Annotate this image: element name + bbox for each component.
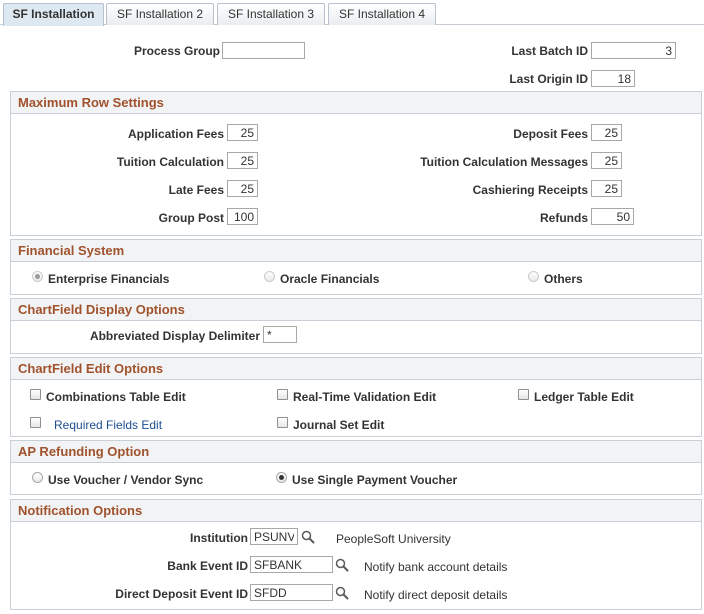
group-post-label: Group Post	[158, 211, 224, 225]
real-time-validation-edit-label: Real-Time Validation Edit	[293, 390, 437, 404]
others-label: Others	[544, 272, 583, 286]
use-single-payment-voucher-radio[interactable]	[276, 472, 287, 483]
application-fees-label: Application Fees	[127, 127, 224, 141]
direct-deposit-event-id-input[interactable]	[250, 584, 333, 601]
section-title: Notification Options	[18, 503, 143, 518]
section-title: Maximum Row Settings	[18, 95, 164, 110]
bank-event-description: Notify bank account details	[364, 560, 508, 574]
ledger-table-edit-checkbox[interactable]	[518, 389, 529, 400]
tab-sf-installation-3[interactable]: SF Installation 3	[217, 3, 325, 25]
tab-bar: SF Installation SF Installation 2 SF Ins…	[0, 0, 704, 26]
institution-description: PeopleSoft University	[336, 532, 451, 546]
direct-deposit-description: Notify direct deposit details	[364, 588, 508, 602]
section-header: Notification Options	[11, 500, 701, 522]
tab-sf-installation-4[interactable]: SF Installation 4	[328, 3, 436, 25]
section-header: ChartField Edit Options	[11, 358, 701, 380]
refunds-input[interactable]	[591, 208, 634, 225]
process-group-label: Process Group	[133, 44, 220, 58]
section-title: Financial System	[18, 243, 125, 258]
bank-event-id-label: Bank Event ID	[167, 559, 248, 573]
last-batch-id-label: Last Batch ID	[511, 44, 588, 58]
institution-input[interactable]	[250, 528, 298, 545]
section-title: ChartField Display Options	[18, 302, 185, 317]
financial-system-group: Financial System	[10, 239, 702, 295]
section-header: AP Refunding Option	[11, 441, 701, 463]
oracle-financials-label: Oracle Financials	[280, 272, 380, 286]
deposit-fees-label: Deposit Fees	[513, 127, 588, 141]
tuition-calculation-messages-input[interactable]	[591, 152, 622, 169]
use-single-payment-voucher-label: Use Single Payment Voucher	[292, 473, 458, 487]
required-fields-edit-checkbox[interactable]	[30, 417, 41, 428]
bank-event-lookup-icon[interactable]	[335, 558, 349, 572]
journal-set-edit-label: Journal Set Edit	[293, 418, 385, 432]
abbreviated-display-delimiter-input[interactable]	[263, 326, 297, 343]
last-batch-id-input[interactable]	[591, 42, 676, 59]
ledger-table-edit-label: Ledger Table Edit	[534, 390, 634, 404]
refunds-label: Refunds	[540, 211, 588, 225]
section-header: Financial System	[11, 240, 701, 262]
enterprise-financials-label: Enterprise Financials	[48, 272, 170, 286]
institution-lookup-icon[interactable]	[301, 530, 315, 544]
abbreviated-display-delimiter-label: Abbreviated Display Delimiter	[89, 329, 260, 343]
cashiering-receipts-input[interactable]	[591, 180, 622, 197]
institution-label: Institution	[190, 531, 248, 545]
direct-deposit-event-id-label: Direct Deposit Event ID	[115, 587, 248, 601]
group-post-input[interactable]	[227, 208, 258, 225]
required-fields-edit-link[interactable]: Required Fields Edit	[54, 418, 162, 432]
last-origin-id-input[interactable]	[591, 70, 635, 87]
section-title: ChartField Edit Options	[18, 361, 164, 376]
real-time-validation-edit-checkbox[interactable]	[277, 389, 288, 400]
combinations-table-edit-label: Combinations Table Edit	[46, 390, 186, 404]
process-group-input[interactable]	[222, 42, 305, 59]
section-header: ChartField Display Options	[11, 299, 701, 321]
others-radio[interactable]	[528, 271, 539, 282]
deposit-fees-input[interactable]	[591, 124, 622, 141]
journal-set-edit-checkbox[interactable]	[277, 417, 288, 428]
use-voucher-vendor-sync-radio[interactable]	[32, 472, 43, 483]
direct-deposit-lookup-icon[interactable]	[335, 586, 349, 600]
section-title: AP Refunding Option	[18, 444, 150, 459]
enterprise-financials-radio[interactable]	[32, 271, 43, 282]
tuition-calculation-label: Tuition Calculation	[116, 155, 224, 169]
section-header: Maximum Row Settings	[11, 92, 701, 114]
tab-sf-installation[interactable]: SF Installation	[3, 3, 104, 26]
cashiering-receipts-label: Cashiering Receipts	[472, 183, 588, 197]
oracle-financials-radio[interactable]	[264, 271, 275, 282]
use-voucher-vendor-sync-label: Use Voucher / Vendor Sync	[48, 473, 204, 487]
tuition-calculation-messages-label: Tuition Calculation Messages	[420, 155, 588, 169]
combinations-table-edit-checkbox[interactable]	[30, 389, 41, 400]
late-fees-input[interactable]	[227, 180, 258, 197]
tab-sf-installation-2[interactable]: SF Installation 2	[106, 3, 214, 25]
last-origin-id-label: Last Origin ID	[509, 72, 588, 86]
bank-event-id-input[interactable]	[250, 556, 333, 573]
tuition-calculation-input[interactable]	[227, 152, 258, 169]
application-fees-input[interactable]	[227, 124, 258, 141]
chartfield-display-options-group: ChartField Display Options	[10, 298, 702, 354]
late-fees-label: Late Fees	[168, 183, 224, 197]
